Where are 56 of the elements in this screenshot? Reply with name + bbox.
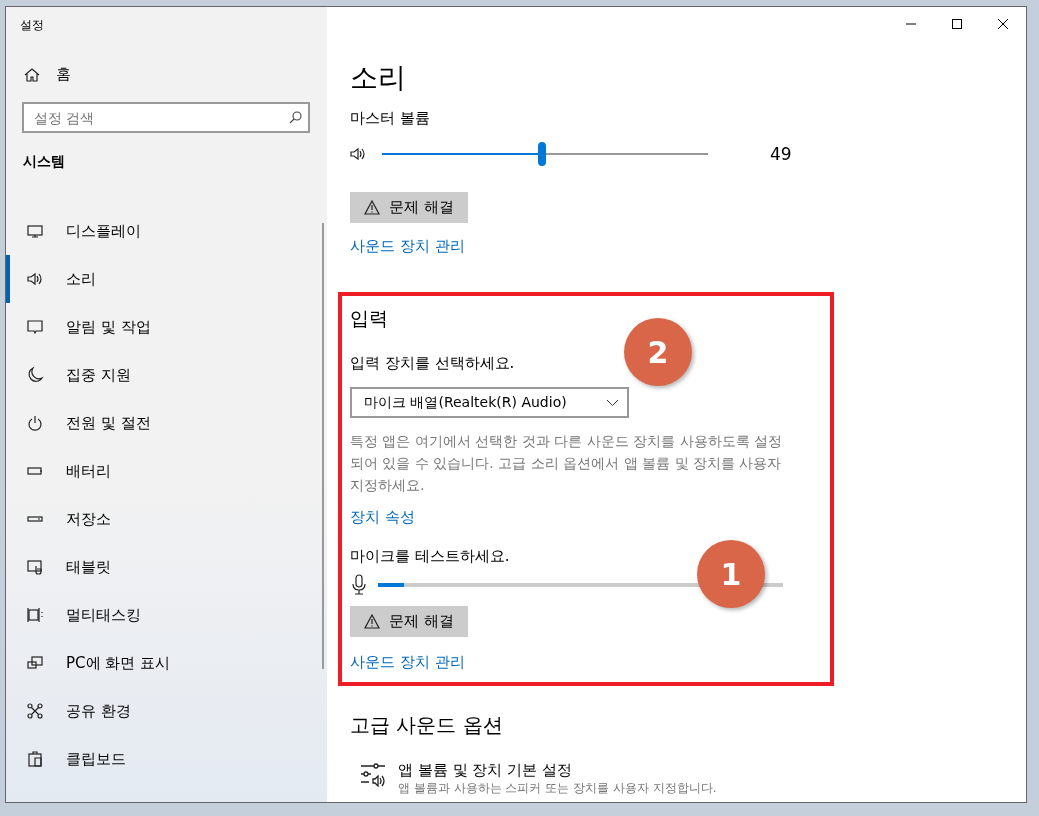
share-icon	[26, 702, 44, 720]
sidebar-item[interactable]: 디스플레이	[6, 207, 327, 255]
multitask-icon	[26, 606, 44, 624]
microphone-icon	[350, 574, 368, 596]
message-icon	[26, 318, 44, 336]
display-icon	[26, 222, 44, 240]
app-volume-item[interactable]: 앱 볼륨 및 장치 기본 설정 앱 볼륨과 사용하는 스피커 또는 장치를 사용자 지정합니다.	[360, 761, 717, 797]
item-subtitle: 앱 볼륨과 사용하는 스피커 또는 장치를 사용자 지정합니다.	[398, 780, 717, 797]
step-badge: 1	[697, 540, 765, 608]
section-heading: 고급 사운드 옵션	[350, 712, 503, 739]
sidebar-item[interactable]: 클립보드	[6, 735, 327, 783]
power-icon	[26, 414, 44, 432]
description-text: 특정 앱은 여기에서 선택한 것과 다른 사운드 장치를 사용하도록 설정되어 있을 수 있습니다. 고급 소리 옵션에서 앱 볼륨 및 장치를 사용자 지정하세요.	[350, 432, 784, 495]
volume-value: 49	[770, 144, 792, 164]
scrollbar[interactable]	[322, 223, 324, 669]
mic-test-label: 마이크를 테스트하세요.	[350, 547, 510, 566]
warning-icon	[364, 614, 380, 629]
moon-icon	[26, 366, 44, 384]
troubleshoot-button[interactable]: 문제 해결	[350, 606, 468, 637]
window-title: 설정	[20, 17, 45, 34]
step-badge: 2	[624, 318, 692, 386]
device-label: 입력 장치를 선택하세요.	[350, 354, 515, 373]
sidebar-item[interactable]: 저장소	[6, 495, 327, 543]
section-heading: 시스템	[23, 153, 66, 171]
device-dropdown[interactable]: 마이크 배열(Realtek(R) Audio)	[350, 387, 629, 418]
device-properties-link[interactable]: 장치 속성	[350, 508, 415, 527]
section-heading: 입력	[350, 306, 388, 331]
search-icon	[289, 111, 302, 124]
page-title: 소리	[350, 60, 406, 96]
clipboard-icon	[26, 750, 44, 768]
sidebar-item[interactable]: 공유 환경	[6, 687, 327, 735]
chevron-icon	[606, 398, 619, 407]
sidebar-item[interactable]: 배터리	[6, 447, 327, 495]
mixer-icon	[360, 761, 386, 787]
sidebar-item[interactable]: 멀티태스킹	[6, 591, 327, 639]
maximize-icon[interactable]	[951, 18, 963, 30]
troubleshoot-button[interactable]: 문제 해결	[350, 192, 468, 223]
home-link[interactable]: 홈	[24, 65, 327, 84]
search-field[interactable]: 설정 검색	[22, 102, 310, 133]
manage-devices-link[interactable]: 사운드 장치 관리	[350, 653, 465, 672]
speaker-icon	[350, 146, 368, 162]
sidebar-item[interactable]: 알림 및 작업	[6, 303, 327, 351]
close-icon[interactable]	[997, 18, 1009, 30]
item-title: 앱 볼륨 및 장치 기본 설정	[398, 761, 573, 780]
sidebar-item[interactable]: PC에 화면 표시	[6, 639, 327, 687]
sidebar-item[interactable]: 태블릿	[6, 543, 327, 591]
sidebar-item[interactable]: 전원 및 절전	[6, 399, 327, 447]
slider-thumb[interactable]	[537, 142, 546, 166]
home-icon	[24, 66, 40, 83]
sidebar-item[interactable]: 집중 지원	[6, 351, 327, 399]
manage-devices-link[interactable]: 사운드 장치 관리	[350, 237, 465, 256]
tablet-icon	[26, 558, 44, 576]
volume-label: 마스터 볼륨	[350, 109, 430, 128]
warning-icon	[364, 200, 380, 215]
speaker-icon	[26, 270, 44, 288]
project-icon	[26, 654, 44, 672]
